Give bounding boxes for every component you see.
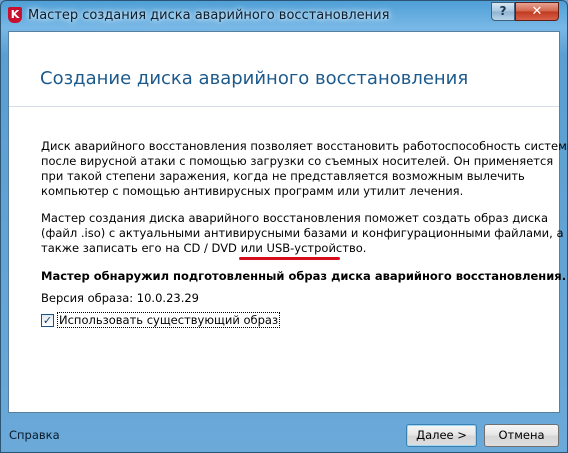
use-existing-image-label[interactable]: Использовать существующий образ [56,312,281,328]
paragraph-line: (файл .iso) с актуальными антивирусными … [41,226,564,240]
page-title: Создание диска аварийного восстановления [40,68,469,89]
help-button[interactable]: ? [491,2,515,21]
wizard-content: Создание диска аварийного восстановления… [8,31,568,413]
paragraph-line: Диск аварийного восстановления позволяет… [41,139,568,153]
image-version: Версия образа: 10.0.23.29 [41,291,199,305]
description-paragraph: Диск аварийного восстановления позволяет… [41,139,568,199]
wizard-purpose-paragraph: Мастер создания диска аварийного восстан… [41,211,564,256]
window-title: Мастер создания диска аварийного восстан… [28,8,390,23]
close-button[interactable]: ✕ [515,2,559,21]
paragraph-line: после вирусной атаки с помощью загрузки … [41,154,554,168]
paragraph-line: также записать его на CD / DVD или USB-у… [41,241,367,255]
wizard-window: K Мастер создания диска аварийного восст… [0,0,568,453]
paragraph-line: Мастер создания диска аварийного восстан… [41,211,549,225]
paragraph-line: при такой степени заражения, когда не пр… [41,169,525,183]
header-divider [9,106,559,107]
kaspersky-k-icon: K [8,7,22,23]
button-bar: Справка Далее > Отмена [1,413,567,453]
red-underline-annotation [239,257,340,260]
help-link[interactable]: Справка [9,428,60,442]
next-button[interactable]: Далее > [406,424,477,447]
paragraph-line: компьютер с помощью антивирусных програм… [41,184,464,198]
image-found-message: Мастер обнаружил подготовленный образ ди… [41,269,567,283]
cancel-button[interactable]: Отмена [484,424,559,447]
use-existing-image-checkbox[interactable]: ✓ [41,314,54,327]
title-bar[interactable]: K Мастер создания диска аварийного восст… [1,1,567,31]
